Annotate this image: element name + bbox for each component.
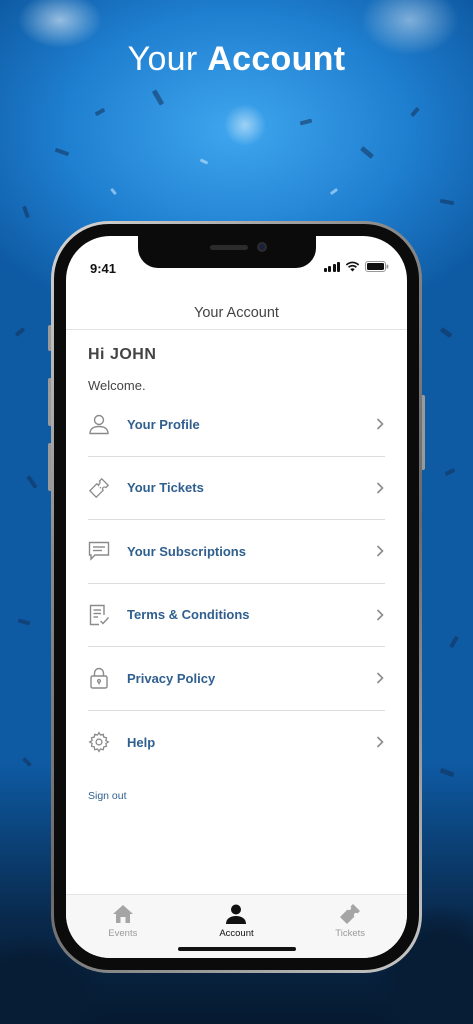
- status-time: 9:41: [90, 261, 117, 276]
- menu-item-help[interactable]: Help: [88, 711, 385, 775]
- message-icon: [88, 540, 110, 562]
- tab-label: Account: [219, 928, 254, 939]
- menu-item-your-subscriptions[interactable]: Your Subscriptions: [88, 520, 385, 584]
- status-icons: [323, 261, 390, 272]
- home-icon: [112, 903, 134, 925]
- menu-label: Privacy Policy: [127, 670, 216, 686]
- speaker-grille: [210, 245, 248, 250]
- tab-label: Events: [108, 928, 138, 939]
- account-menu: Your Profile Your Tickets Your Subscript…: [88, 393, 385, 774]
- ticket-icon: [88, 477, 110, 499]
- document-check-icon: [88, 604, 110, 626]
- welcome-text: Welcome.: [88, 378, 146, 393]
- user-filled-icon: [225, 903, 247, 925]
- user-icon: [88, 413, 110, 435]
- chevron-right-icon: [376, 736, 384, 748]
- tab-events[interactable]: Events: [78, 903, 168, 958]
- lock-icon: [88, 667, 110, 689]
- menu-label: Help: [127, 734, 156, 750]
- headline-regular: Your: [127, 40, 208, 78]
- wifi-icon: [345, 261, 360, 272]
- chevron-right-icon: [376, 609, 384, 621]
- chevron-right-icon: [376, 418, 384, 430]
- menu-item-terms-conditions[interactable]: Terms & Conditions: [88, 584, 385, 647]
- menu-label: Your Profile: [127, 416, 200, 432]
- ticket-filled-icon: [338, 903, 362, 925]
- tab-label: Tickets: [335, 928, 365, 939]
- home-indicator: [177, 947, 296, 951]
- menu-label: Terms & Conditions: [127, 607, 250, 623]
- chevron-right-icon: [376, 482, 384, 494]
- menu-item-your-profile[interactable]: Your Profile: [88, 393, 385, 457]
- nav-bar: Your Account: [66, 296, 407, 330]
- phone-bezel: 9:41 Your Account Hi JOHN Welcome. Your …: [54, 224, 419, 970]
- chevron-right-icon: [376, 672, 384, 684]
- cellular-signal-icon: [323, 261, 340, 272]
- front-camera: [257, 242, 267, 252]
- app-screen: 9:41 Your Account Hi JOHN Welcome. Your …: [66, 236, 407, 958]
- phone-notch: [138, 236, 316, 268]
- promo-headline: Your Account: [0, 40, 473, 79]
- menu-item-privacy-policy[interactable]: Privacy Policy: [88, 647, 385, 711]
- nav-title: Your Account: [194, 305, 279, 321]
- sign-out-link[interactable]: Sign out: [88, 790, 385, 802]
- gear-icon: [88, 731, 110, 753]
- menu-label: Your Tickets: [127, 480, 204, 496]
- menu-item-your-tickets[interactable]: Your Tickets: [88, 457, 385, 520]
- menu-label: Your Subscriptions: [127, 543, 246, 559]
- account-content: Hi JOHN Welcome. Your Profile Your Ticke…: [88, 346, 385, 802]
- headline-bold: Account: [207, 40, 346, 78]
- phone-frame: 9:41 Your Account Hi JOHN Welcome. Your …: [51, 221, 422, 973]
- battery-icon: [365, 261, 389, 272]
- greeting-title: Hi JOHN: [88, 346, 157, 363]
- chevron-right-icon: [376, 545, 384, 557]
- tab-tickets[interactable]: Tickets: [305, 903, 395, 958]
